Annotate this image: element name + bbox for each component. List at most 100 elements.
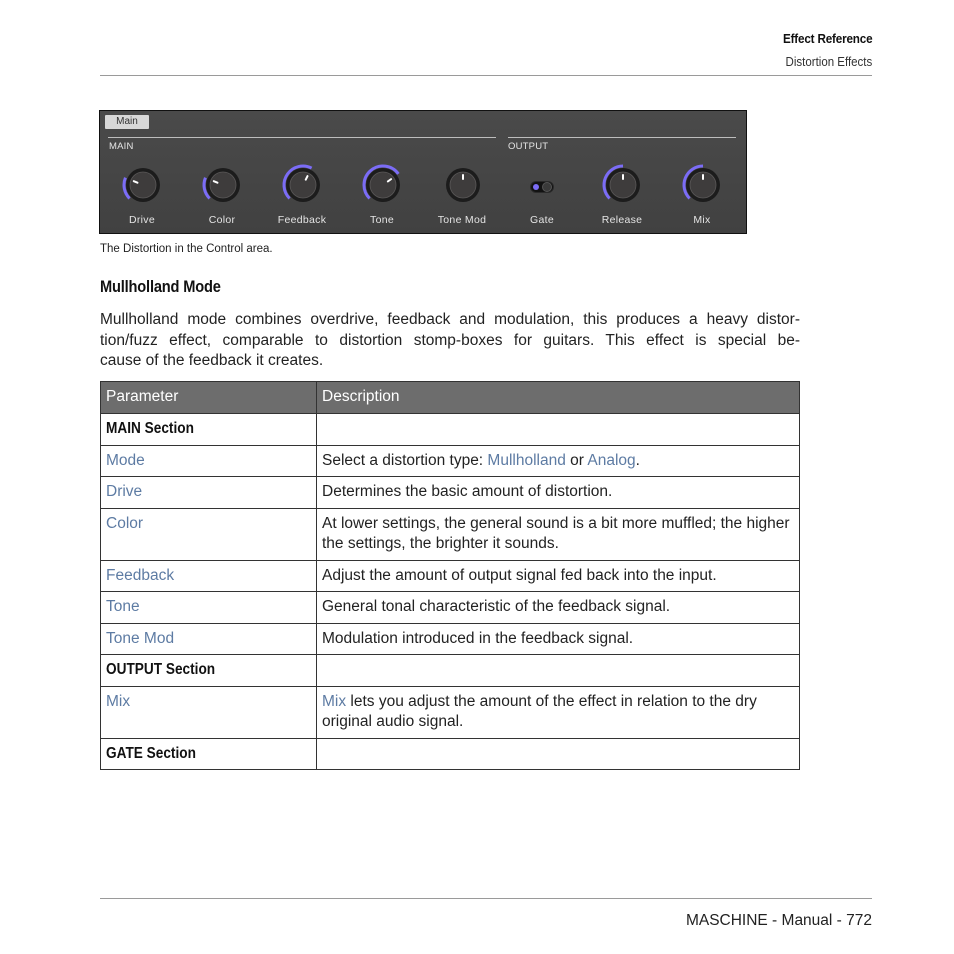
control-label: Tone: [370, 214, 394, 226]
description-link[interactable]: Mix: [322, 693, 346, 710]
knob-color[interactable]: [201, 163, 245, 207]
gate-toggle[interactable]: [530, 181, 554, 193]
description-cell: Select a distortion type: Mullholland or…: [316, 444, 800, 477]
main-section-divider: [108, 137, 496, 138]
table-row: Feedback Adjust the amount of output sign…: [100, 559, 800, 592]
knob-release[interactable]: [601, 163, 645, 207]
table-header-row: Parameter Description: [100, 381, 800, 414]
knob-cap: [369, 171, 397, 199]
parameter-cell: Tone Mod: [100, 622, 317, 655]
tab-main[interactable]: Main: [105, 115, 149, 129]
table-row: Drive Determines the basic amount of dist…: [100, 476, 800, 509]
intro-line: tion/fuzz effect, comparable to distorti…: [100, 331, 800, 349]
control-label: Release: [601, 214, 643, 226]
control-tone[interactable]: Tone: [342, 161, 422, 231]
section-name: MAIN Section: [106, 420, 194, 437]
parameter-cell: GATE Section: [100, 737, 317, 770]
description-cell: Mix lets you adjust the amount of the ef…: [316, 685, 800, 739]
footer-divider: [100, 898, 872, 899]
parameter-link[interactable]: Tone Mod: [106, 630, 174, 647]
control-label: Mix: [693, 214, 711, 226]
parameter-table: Parameter Description MAIN Section Mode S…: [100, 381, 800, 770]
description-cell: General tonal characteristic of the feed…: [316, 591, 800, 624]
description-link[interactable]: Analog: [587, 452, 635, 469]
description-text: .: [635, 451, 640, 469]
main-section-label: MAIN: [109, 141, 134, 152]
parameter-link[interactable]: Drive: [106, 483, 142, 500]
header-divider: [100, 75, 872, 76]
description-link[interactable]: Mullholland: [487, 452, 565, 469]
description-cell: Determines the basic amount of distortio…: [316, 476, 800, 509]
intro-paragraph: Mullholland mode combines overdrive, fee…: [100, 310, 800, 372]
knob-mix[interactable]: [681, 163, 725, 207]
table-section-row: MAIN Section: [100, 413, 800, 446]
knob-cap: [209, 171, 237, 199]
parameter-cell: Feedback: [100, 559, 317, 592]
control-release[interactable]: Release: [582, 161, 662, 231]
intro-line: Mullholland mode combines overdrive, fee…: [100, 311, 800, 328]
control-drive[interactable]: Drive: [102, 161, 182, 231]
table-row: Tone Mod Modulation introduced in the fee…: [100, 622, 800, 655]
control-tone-mod[interactable]: Tone Mod: [422, 161, 502, 231]
table-row: Mode Select a distortion type: Mullhollan…: [100, 444, 800, 477]
parameter-cell: MAIN Section: [100, 413, 317, 446]
table-section-row: OUTPUT Section: [100, 654, 800, 687]
control-mix[interactable]: Mix: [662, 161, 742, 231]
knob-drive[interactable]: [121, 163, 165, 207]
description-cell: At lower settings, the general sound is …: [316, 507, 800, 561]
toggle-on-indicator: [533, 184, 539, 190]
description-text: Determines the basic amount of distortio…: [322, 483, 613, 500]
intro-line: cause of the feedback it creates.: [100, 352, 324, 369]
knob-tone[interactable]: [361, 163, 405, 207]
description-cell: Modulation introduced in the feedback si…: [316, 622, 800, 655]
control-gate[interactable]: Gate: [502, 161, 582, 231]
knob-cap: [129, 171, 157, 199]
distortion-control-panel: Main MAIN OUTPUT Drive Color Feedback Tone T…: [99, 110, 747, 234]
parameter-cell: Mode: [100, 444, 317, 477]
control-feedback[interactable]: Feedback: [262, 161, 342, 231]
section-subtitle: Distortion Effects: [785, 55, 872, 69]
section-name: OUTPUT Section: [106, 661, 216, 678]
knob-cap: [289, 171, 317, 199]
description-text: At lower settings, the general sound is …: [322, 514, 790, 553]
knob-pointer: [132, 180, 139, 184]
description-cell: Adjust the amount of output signal fed b…: [316, 559, 800, 592]
section-name: GATE Section: [106, 744, 196, 762]
table-row: Tone General tonal characteristic of the …: [100, 591, 800, 624]
section-heading: Mullholland Mode: [100, 277, 221, 296]
description-text: lets you adjust the amount of the effect…: [322, 692, 757, 731]
description-cell: [316, 737, 800, 770]
table-row: Mix Mix lets you adjust the amount of the…: [100, 685, 800, 739]
header-description: Description: [316, 381, 800, 414]
parameter-cell: OUTPUT Section: [100, 654, 317, 687]
control-label: Tone Mod: [437, 214, 487, 226]
parameter-cell: Mix: [100, 685, 317, 739]
knob-pointer: [212, 180, 219, 184]
description-cell: [316, 413, 800, 446]
page-footer: MASCHINE - Manual - 772: [685, 912, 872, 929]
parameter-link[interactable]: Mix: [106, 693, 130, 710]
description-cell: [316, 654, 800, 687]
control-label: Gate: [530, 214, 554, 226]
chapter-title: Effect Reference: [782, 31, 873, 46]
parameter-cell: Color: [100, 507, 317, 561]
output-section-label: OUTPUT: [508, 141, 549, 152]
parameter-cell: Drive: [100, 476, 317, 509]
parameter-link[interactable]: Tone: [106, 598, 140, 615]
parameter-link[interactable]: Mode: [106, 452, 145, 469]
description-text: Adjust the amount of output signal fed b…: [322, 566, 717, 584]
figure-caption: The Distortion in the Control area.: [100, 243, 273, 255]
parameter-link[interactable]: Feedback: [106, 567, 174, 584]
parameter-cell: Tone: [100, 591, 317, 624]
parameter-link[interactable]: Color: [106, 515, 143, 532]
knob-feedback[interactable]: [281, 163, 325, 207]
control-color[interactable]: Color: [182, 161, 262, 231]
description-text: or: [565, 451, 588, 469]
control-label: Drive: [128, 214, 155, 226]
header-parameter: Parameter: [100, 381, 317, 414]
table-row: Color At lower settings, the general soun…: [100, 507, 800, 561]
description-text: Select a distortion type:: [322, 451, 488, 469]
table-section-row: GATE Section: [100, 737, 800, 770]
description-text: General tonal characteristic of the feed…: [322, 598, 671, 615]
knob-tone-mod[interactable]: [441, 163, 485, 207]
